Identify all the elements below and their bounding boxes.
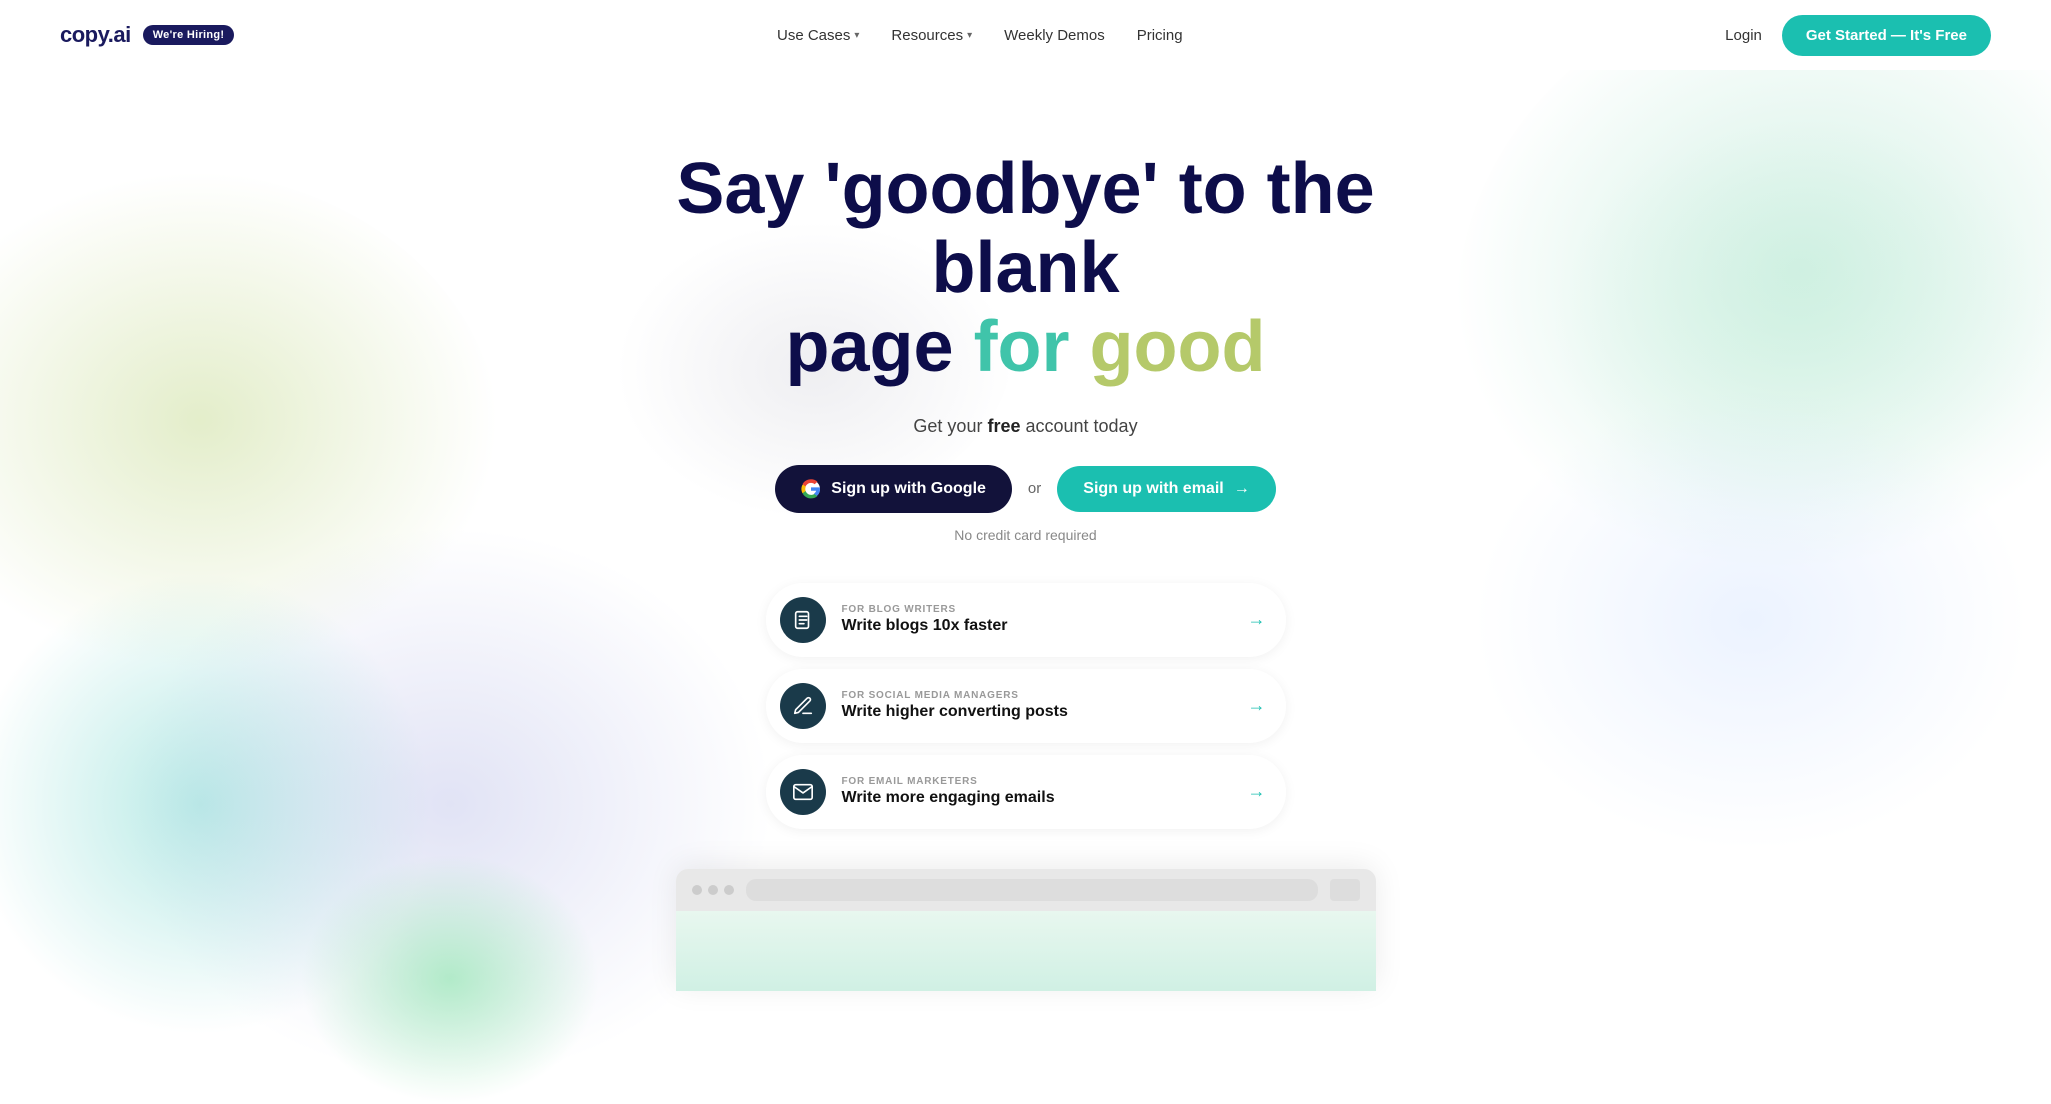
hero-subtitle: Get your free account today (913, 416, 1137, 437)
card-arrow-blog: → (1248, 609, 1266, 630)
nav-center: Use Cases ▾ Resources ▾ Weekly Demos Pri… (777, 27, 1183, 44)
card-label-social: FOR SOCIAL MEDIA MANAGERS (842, 690, 1232, 701)
browser-bar (676, 869, 1376, 911)
document-icon (792, 609, 814, 631)
nav-left: copy.ai We're Hiring! (60, 22, 234, 48)
browser-dot-red (692, 885, 702, 895)
arrow-right-icon: → (1234, 480, 1250, 498)
card-text-email: FOR EMAIL MARKETERS Write more engaging … (842, 776, 1232, 807)
card-arrow-email: → (1248, 781, 1266, 802)
signup-email-button[interactable]: Sign up with email → (1057, 466, 1275, 512)
chevron-down-icon: ▾ (854, 30, 859, 41)
browser-url-bar (746, 879, 1318, 901)
browser-mock (676, 869, 1376, 991)
browser-dots (692, 885, 734, 895)
card-title-blog: Write blogs 10x faster (842, 617, 1232, 635)
blob-bottom-left (0, 554, 450, 1054)
blog-icon-wrap (780, 597, 826, 643)
email-icon-wrap (780, 769, 826, 815)
card-title-email: Write more engaging emails (842, 789, 1232, 807)
card-label-email: FOR EMAIL MARKETERS (842, 776, 1232, 787)
no-credit-card-text: No credit card required (954, 527, 1096, 543)
blob-top-right-2 (1551, 120, 2051, 520)
hero-cta-row: Sign up with Google or Sign up with emai… (775, 465, 1275, 513)
get-started-button[interactable]: Get Started — It's Free (1782, 15, 1991, 56)
feature-card-email[interactable]: FOR EMAIL MARKETERS Write more engaging … (766, 755, 1286, 829)
feature-card-social[interactable]: FOR SOCIAL MEDIA MANAGERS Write higher c… (766, 669, 1286, 743)
nav-use-cases[interactable]: Use Cases ▾ (777, 27, 859, 44)
browser-actions (1330, 879, 1360, 901)
feature-cards: FOR BLOG WRITERS Write blogs 10x faster … (766, 583, 1286, 829)
card-arrow-social: → (1248, 695, 1266, 716)
card-title-social: Write higher converting posts (842, 703, 1232, 721)
chevron-down-icon: ▾ (967, 30, 972, 41)
hero-content: Say 'goodbye' to the blank page for good… (426, 70, 1626, 991)
nav-weekly-demos[interactable]: Weekly Demos (1004, 27, 1105, 44)
pencil-icon (792, 695, 814, 717)
browser-body (676, 911, 1376, 991)
card-text-blog: FOR BLOG WRITERS Write blogs 10x faster (842, 604, 1232, 635)
hiring-badge[interactable]: We're Hiring! (143, 25, 235, 45)
signup-google-label: Sign up with Google (831, 480, 986, 498)
nav-right: Login Get Started — It's Free (1725, 15, 1991, 56)
signup-email-label: Sign up with email (1083, 480, 1223, 498)
navbar: copy.ai We're Hiring! Use Cases ▾ Resour… (0, 0, 2051, 70)
envelope-icon (792, 781, 814, 803)
login-link[interactable]: Login (1725, 27, 1762, 44)
signup-google-button[interactable]: Sign up with Google (775, 465, 1012, 513)
nav-resources[interactable]: Resources ▾ (891, 27, 972, 44)
browser-dot-green (724, 885, 734, 895)
logo: copy.ai (60, 22, 131, 48)
or-divider: or (1028, 480, 1041, 497)
card-text-social: FOR SOCIAL MEDIA MANAGERS Write higher c… (842, 690, 1232, 721)
nav-pricing[interactable]: Pricing (1137, 27, 1183, 44)
hero-section: Say 'goodbye' to the blank page for good… (0, 70, 2051, 1104)
feature-card-blog[interactable]: FOR BLOG WRITERS Write blogs 10x faster … (766, 583, 1286, 657)
social-icon-wrap (780, 683, 826, 729)
google-icon (801, 479, 821, 499)
card-label-blog: FOR BLOG WRITERS (842, 604, 1232, 615)
browser-dot-yellow (708, 885, 718, 895)
hero-headline: Say 'goodbye' to the blank page for good (626, 150, 1426, 388)
